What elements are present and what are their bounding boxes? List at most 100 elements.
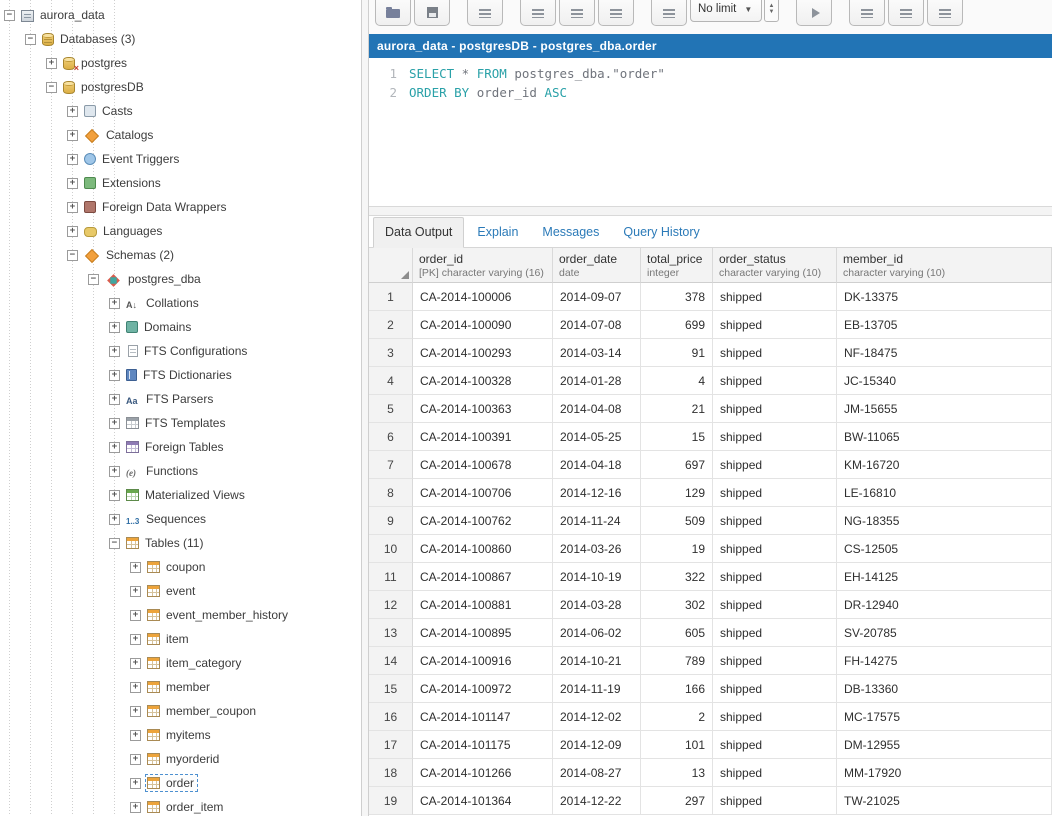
tree-item-event[interactable]: + event <box>0 579 361 603</box>
cell-order_id[interactable]: CA-2014-100860 <box>413 535 553 563</box>
tree-item-casts[interactable]: + Casts <box>0 99 361 123</box>
row-number[interactable]: 6 <box>369 423 413 451</box>
expand-icon[interactable]: + <box>67 129 78 141</box>
cell-total_price[interactable]: 697 <box>641 451 713 479</box>
tree-item-tables-11[interactable]: − Tables (11) <box>0 531 361 555</box>
cell-total_price[interactable]: 91 <box>641 339 713 367</box>
cell-order_id[interactable]: CA-2014-100762 <box>413 507 553 535</box>
cell-order_date[interactable]: 2014-12-09 <box>553 731 641 759</box>
row-limit-select[interactable]: No limit ▼ <box>690 0 762 22</box>
stop-button[interactable] <box>849 0 885 26</box>
cell-order_id[interactable]: CA-2014-100363 <box>413 395 553 423</box>
tree-item-sequences[interactable]: + Sequences <box>0 507 361 531</box>
cell-member_id[interactable]: KM-16720 <box>837 451 1052 479</box>
tree-item-postgres[interactable]: + postgres <box>0 51 361 75</box>
cell-order_status[interactable]: shipped <box>713 731 837 759</box>
row-number[interactable]: 2 <box>369 311 413 339</box>
tree-item-extensions[interactable]: + Extensions <box>0 171 361 195</box>
horizontal-splitter[interactable] <box>369 206 1052 216</box>
cell-order_status[interactable]: shipped <box>713 507 837 535</box>
cell-order_id[interactable]: CA-2014-100328 <box>413 367 553 395</box>
cell-member_id[interactable]: EB-13705 <box>837 311 1052 339</box>
expand-icon[interactable]: + <box>130 705 141 717</box>
tree-item-postgres-dba[interactable]: − postgres_dba <box>0 267 361 291</box>
expand-icon[interactable]: + <box>109 369 120 381</box>
tree-item-schemas-2[interactable]: − Schemas (2) <box>0 243 361 267</box>
collapse-icon[interactable]: − <box>109 537 120 549</box>
cell-order_date[interactable]: 2014-10-21 <box>553 647 641 675</box>
expand-icon[interactable]: + <box>67 105 78 117</box>
tree-item-fts-dictionaries[interactable]: + FTS Dictionaries <box>0 363 361 387</box>
cell-order_status[interactable]: shipped <box>713 283 837 311</box>
tree-item-collations[interactable]: + Collations <box>0 291 361 315</box>
row-number[interactable]: 9 <box>369 507 413 535</box>
tab-query-history[interactable]: Query History <box>612 218 710 247</box>
tree-item-languages[interactable]: + Languages <box>0 219 361 243</box>
cell-order_date[interactable]: 2014-01-28 <box>553 367 641 395</box>
cell-member_id[interactable]: MM-17920 <box>837 759 1052 787</box>
download-button[interactable] <box>888 0 924 26</box>
cell-member_id[interactable]: DB-13360 <box>837 675 1052 703</box>
tree-item-fts-templates[interactable]: + FTS Templates <box>0 411 361 435</box>
cell-order_date[interactable]: 2014-06-02 <box>553 619 641 647</box>
cell-order_id[interactable]: CA-2014-100293 <box>413 339 553 367</box>
tree-item-event-triggers[interactable]: + Event Triggers <box>0 147 361 171</box>
cell-order_date[interactable]: 2014-03-14 <box>553 339 641 367</box>
expand-icon[interactable]: + <box>130 585 141 597</box>
cell-order_date[interactable]: 2014-10-19 <box>553 563 641 591</box>
cell-order_status[interactable]: shipped <box>713 591 837 619</box>
expand-icon[interactable]: + <box>130 561 141 573</box>
cell-order_status[interactable]: shipped <box>713 367 837 395</box>
cell-total_price[interactable]: 605 <box>641 619 713 647</box>
cell-order_status[interactable]: shipped <box>713 759 837 787</box>
expand-icon[interactable]: + <box>109 297 120 309</box>
row-number[interactable]: 7 <box>369 451 413 479</box>
cell-member_id[interactable]: FH-14275 <box>837 647 1052 675</box>
cell-order_date[interactable]: 2014-05-25 <box>553 423 641 451</box>
row-limit-stepper[interactable]: ▲ ▼ <box>764 0 779 22</box>
cell-order_id[interactable]: CA-2014-101266 <box>413 759 553 787</box>
tree-item-foreign-data-wrappers[interactable]: + Foreign Data Wrappers <box>0 195 361 219</box>
row-number[interactable]: 15 <box>369 675 413 703</box>
tree-item-coupon[interactable]: + coupon <box>0 555 361 579</box>
find-button[interactable] <box>467 0 503 26</box>
cell-member_id[interactable]: NG-18355 <box>837 507 1052 535</box>
row-number[interactable]: 5 <box>369 395 413 423</box>
expand-icon[interactable]: + <box>130 633 141 645</box>
row-number[interactable]: 16 <box>369 703 413 731</box>
cell-member_id[interactable]: JC-15340 <box>837 367 1052 395</box>
collapse-icon[interactable]: − <box>25 33 36 45</box>
tree-item-domains[interactable]: + Domains <box>0 315 361 339</box>
expand-icon[interactable]: + <box>67 153 78 165</box>
row-number[interactable]: 1 <box>369 283 413 311</box>
cell-member_id[interactable]: DM-12955 <box>837 731 1052 759</box>
cell-order_id[interactable]: CA-2014-100706 <box>413 479 553 507</box>
cell-member_id[interactable]: EH-14125 <box>837 563 1052 591</box>
row-number[interactable]: 12 <box>369 591 413 619</box>
cell-member_id[interactable]: JM-15655 <box>837 395 1052 423</box>
expand-icon[interactable]: + <box>67 201 78 213</box>
expand-icon[interactable]: + <box>109 489 120 501</box>
cell-order_status[interactable]: shipped <box>713 423 837 451</box>
execute-button[interactable] <box>796 0 832 26</box>
cell-order_status[interactable]: shipped <box>713 311 837 339</box>
collapse-icon[interactable]: − <box>4 9 15 21</box>
tree-item-item-category[interactable]: + item_category <box>0 651 361 675</box>
clear-button[interactable] <box>927 0 963 26</box>
cell-order_id[interactable]: CA-2014-100895 <box>413 619 553 647</box>
row-number[interactable]: 10 <box>369 535 413 563</box>
tree-item-fts-configurations[interactable]: + FTS Configurations <box>0 339 361 363</box>
filter-button[interactable] <box>598 0 634 26</box>
cell-total_price[interactable]: 378 <box>641 283 713 311</box>
cell-total_price[interactable]: 509 <box>641 507 713 535</box>
cell-order_id[interactable]: CA-2014-100678 <box>413 451 553 479</box>
expand-icon[interactable]: + <box>130 657 141 669</box>
sql-editor[interactable]: 1 SELECT * FROM postgres_dba."order" 2 ORDE… <box>369 58 1052 206</box>
column-header-order_id[interactable]: order_id [PK] character varying (16) <box>413 248 553 283</box>
expand-icon[interactable]: + <box>109 417 120 429</box>
cell-member_id[interactable]: DK-13375 <box>837 283 1052 311</box>
expand-icon[interactable]: + <box>109 345 120 357</box>
cell-order_id[interactable]: CA-2014-101364 <box>413 787 553 815</box>
copy-button[interactable] <box>520 0 556 26</box>
row-number[interactable]: 13 <box>369 619 413 647</box>
